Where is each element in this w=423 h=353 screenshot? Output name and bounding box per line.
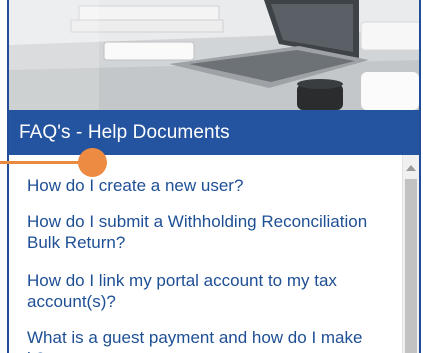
desk-laptop-illustration (9, 0, 419, 110)
faq-link-create-user[interactable]: How do I create a new user? (27, 175, 382, 196)
hero-image (9, 0, 419, 110)
faq-list: How do I create a new user? How do I sub… (9, 155, 419, 353)
scroll-up-arrow-icon[interactable] (406, 165, 416, 171)
callout-marker-dot (78, 148, 107, 177)
faq-scrollbar[interactable] (402, 155, 419, 353)
faq-widget: FAQ's - Help Documents How do I create a… (7, 0, 421, 353)
callout-pointer-line (0, 161, 84, 164)
faq-header: FAQ's - Help Documents (9, 110, 419, 155)
page-title: FAQ's - Help Documents (19, 121, 230, 143)
faq-link-guest-payment[interactable]: What is a guest payment and how do I mak… (27, 327, 382, 353)
scroll-thumb[interactable] (405, 179, 417, 353)
faq-link-portal-tax-account[interactable]: How do I link my portal account to my ta… (27, 270, 382, 312)
faq-link-withholding-bulk-return[interactable]: How do I submit a Withholding Reconcilia… (27, 211, 382, 253)
